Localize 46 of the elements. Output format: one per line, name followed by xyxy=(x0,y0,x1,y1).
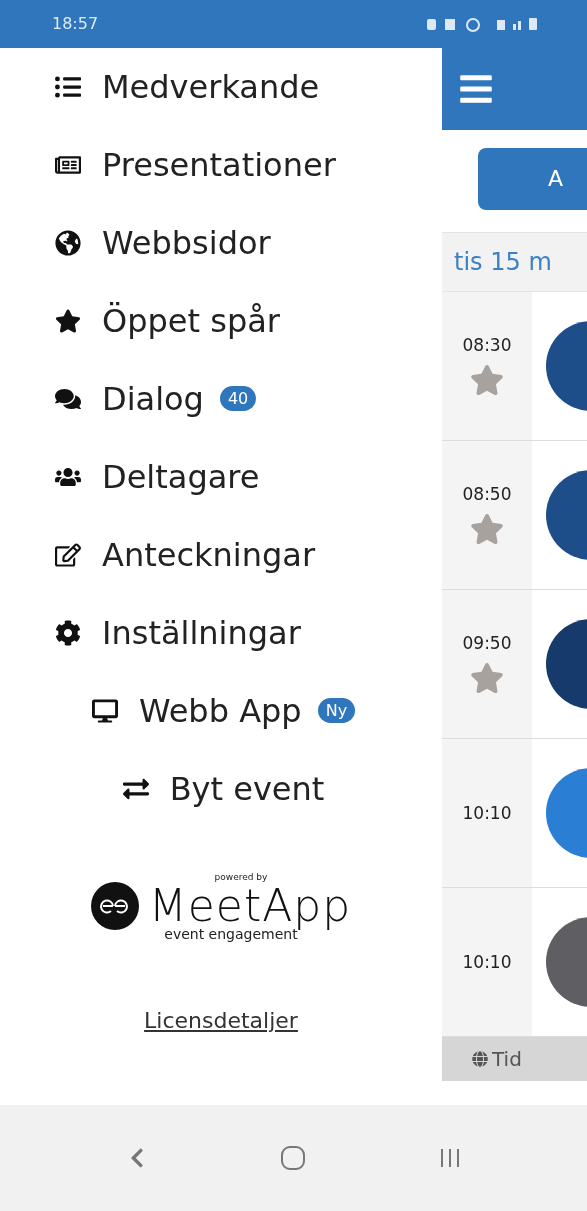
tab-label: Tid xyxy=(492,1046,522,1071)
recent-apps-icon[interactable] xyxy=(438,1147,461,1170)
logo-tagline: event engagement xyxy=(164,925,298,942)
session-time: 08:50 xyxy=(462,483,512,504)
menu-label: Inställningar xyxy=(102,613,301,652)
menu-item[interactable]: Presentationer xyxy=(0,125,442,204)
session-time: 10:10 xyxy=(462,802,512,823)
menu-item[interactable]: Anteckningar xyxy=(0,515,442,594)
session-time: 10:10 xyxy=(462,951,512,972)
session-time: 09:50 xyxy=(462,632,512,653)
menu-item[interactable]: Webbsidor xyxy=(0,203,442,282)
menu-item[interactable]: Byt event xyxy=(0,749,442,828)
menu-item[interactable]: Medverkande xyxy=(0,47,442,126)
favorite-star-icon[interactable] xyxy=(470,362,504,397)
hotspot-icon xyxy=(466,17,480,32)
menu-item[interactable]: Deltagare xyxy=(0,437,442,516)
menu-label: Öppet spår xyxy=(102,301,280,340)
count-badge: 40 xyxy=(219,386,257,412)
tab-button[interactable]: A xyxy=(478,147,587,210)
menu-label: Webb App xyxy=(138,691,302,730)
license-link[interactable]: Licensdetaljer xyxy=(144,1007,298,1033)
menu-label: Byt event xyxy=(169,769,325,808)
signal-icon xyxy=(513,20,521,30)
session-time: 08:30 xyxy=(462,334,512,355)
globe-icon xyxy=(472,1050,488,1067)
logo-icon xyxy=(90,881,139,930)
logo-caption: powered by xyxy=(214,871,268,882)
battery-icon xyxy=(529,17,537,30)
menu-item[interactable]: Inställningar xyxy=(0,593,442,672)
menu-item[interactable]: Dialog 40 xyxy=(0,359,442,438)
count-badge: Ny xyxy=(317,698,356,724)
status-time: 18:57 xyxy=(52,14,99,34)
menu-label: Medverkande xyxy=(102,67,320,106)
favorite-star-icon[interactable] xyxy=(470,511,504,546)
bottom-tab[interactable]: Tid xyxy=(442,1036,587,1081)
menu-label: Dialog xyxy=(102,379,204,418)
menu-item[interactable]: Webb App Ny xyxy=(0,671,442,750)
menu-label: Webbsidor xyxy=(102,223,271,262)
menu-label: Anteckningar xyxy=(102,535,316,574)
favorite-star-icon[interactable] xyxy=(470,660,504,695)
logo-name: MeetApp xyxy=(148,883,352,928)
menu-label: Deltagare xyxy=(102,457,260,496)
menu-item[interactable]: Öppet spår xyxy=(0,281,442,360)
menu-label: Presentationer xyxy=(102,145,336,184)
home-icon[interactable] xyxy=(280,1145,307,1172)
date-header: tis 15 m xyxy=(442,231,587,292)
